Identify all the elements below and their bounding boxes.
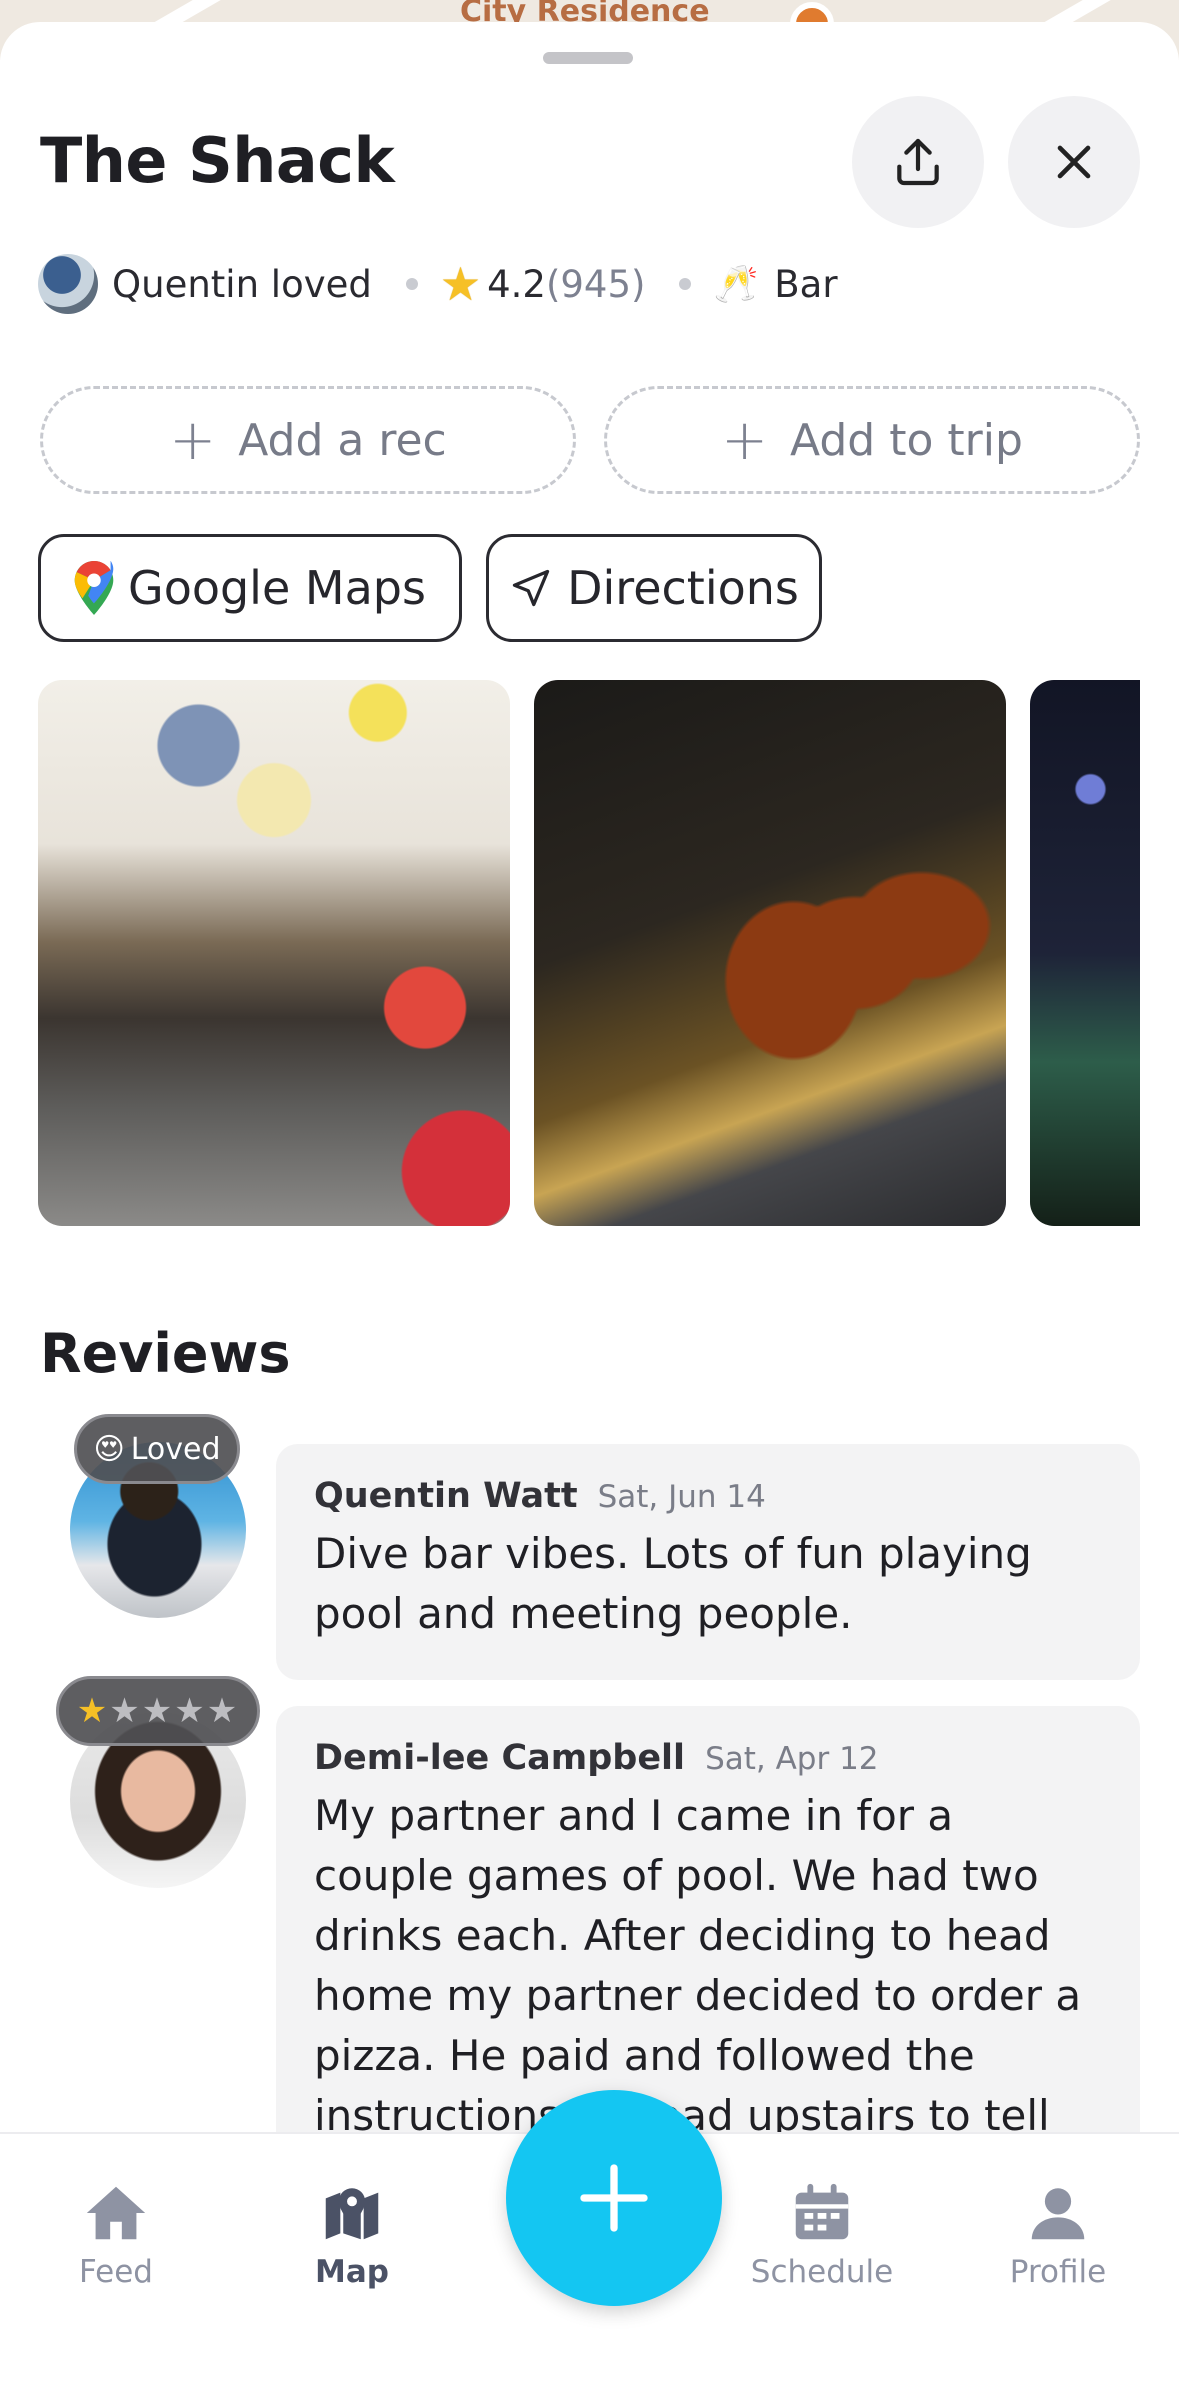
review-text: Dive bar vibes. Lots of fun playing pool… xyxy=(314,1529,1032,1638)
share-icon xyxy=(897,138,939,186)
place-category: Bar xyxy=(774,262,838,306)
navigation-arrow-icon xyxy=(512,569,550,607)
place-photo-3[interactable] xyxy=(1030,680,1140,1226)
google-maps-pin-icon xyxy=(74,561,114,615)
close-button[interactable] xyxy=(1008,96,1140,228)
nav-schedule-label: Schedule xyxy=(750,2254,894,2290)
review-date: Sat, Jun 14 xyxy=(597,1479,766,1515)
plus-icon xyxy=(580,2164,648,2232)
heart-eyes-icon: 😍 xyxy=(93,1431,125,1467)
review-date: Sat, Apr 12 xyxy=(705,1741,879,1777)
nav-schedule[interactable]: Schedule xyxy=(732,2178,912,2290)
star-rating-badge: ★ ★ ★ ★ ★ xyxy=(56,1676,260,1746)
plus-icon: + xyxy=(721,407,769,473)
add-rec-label: Add a rec xyxy=(238,414,447,466)
separator-dot xyxy=(679,278,692,290)
review-card[interactable]: Quentin Watt Sat, Jun 14 Dive bar vibes.… xyxy=(276,1444,1140,1680)
calendar-icon xyxy=(795,2183,849,2240)
plus-icon: + xyxy=(169,407,217,473)
nav-profile[interactable]: Profile xyxy=(968,2178,1148,2290)
star-filled-icon: ★ xyxy=(76,1691,110,1731)
add-button[interactable] xyxy=(506,2090,722,2306)
nav-profile-label: Profile xyxy=(1009,2254,1107,2290)
loved-by-text[interactable]: Quentin loved xyxy=(112,263,372,306)
reviewer-name[interactable]: Quentin Watt xyxy=(314,1476,578,1516)
place-photo-2[interactable] xyxy=(534,680,1006,1226)
add-rec-button[interactable]: + Add a rec xyxy=(40,386,576,494)
map-icon xyxy=(325,2188,379,2240)
add-to-trip-button[interactable]: + Add to trip xyxy=(604,386,1140,494)
close-icon xyxy=(1057,145,1091,179)
separator-dot xyxy=(405,278,418,290)
place-meta: Quentin loved ★ 4.2 (945) 🥂 Bar xyxy=(38,254,838,314)
google-maps-label: Google Maps xyxy=(128,561,426,615)
loved-badge: 😍 Loved xyxy=(74,1414,240,1484)
sheet-grabber[interactable] xyxy=(543,52,633,64)
nav-map-label: Map xyxy=(315,2254,389,2290)
star-empty-icon: ★ xyxy=(174,1691,207,1731)
rating-count[interactable]: (945) xyxy=(546,263,646,306)
nav-feed-label: Feed xyxy=(79,2254,153,2290)
place-sheet: The Shack Quentin loved ★ 4.2 (945) 🥂 Ba… xyxy=(0,22,1179,2132)
review-card[interactable]: Demi-lee Campbell Sat, Apr 12 My partner… xyxy=(276,1706,1140,2132)
star-empty-icon: ★ xyxy=(206,1691,240,1731)
friend-avatar[interactable] xyxy=(38,254,98,314)
star-icon: ★ xyxy=(439,257,482,311)
place-title: The Shack xyxy=(40,124,395,197)
nav-map[interactable]: Map xyxy=(262,2178,442,2290)
loved-badge-label: Loved xyxy=(130,1431,221,1467)
person-icon xyxy=(1031,2188,1085,2240)
google-maps-button[interactable]: Google Maps xyxy=(38,534,462,642)
star-empty-icon: ★ xyxy=(109,1691,142,1731)
nav-feed[interactable]: Feed xyxy=(26,2178,206,2290)
add-to-trip-label: Add to trip xyxy=(790,414,1023,466)
reviews-heading: Reviews xyxy=(40,1322,291,1385)
star-empty-icon: ★ xyxy=(141,1691,175,1731)
place-photo-1[interactable] xyxy=(38,680,510,1226)
review-text: My partner and I came in for a couple ga… xyxy=(314,1791,1082,2132)
share-button[interactable] xyxy=(852,96,984,228)
rating-value: 4.2 xyxy=(487,262,546,306)
champagne-icon: 🥂 xyxy=(713,264,759,305)
directions-label: Directions xyxy=(567,561,799,615)
reviewer-name[interactable]: Demi-lee Campbell xyxy=(314,1738,685,1778)
directions-button[interactable]: Directions xyxy=(486,534,822,642)
home-icon xyxy=(86,2186,146,2240)
